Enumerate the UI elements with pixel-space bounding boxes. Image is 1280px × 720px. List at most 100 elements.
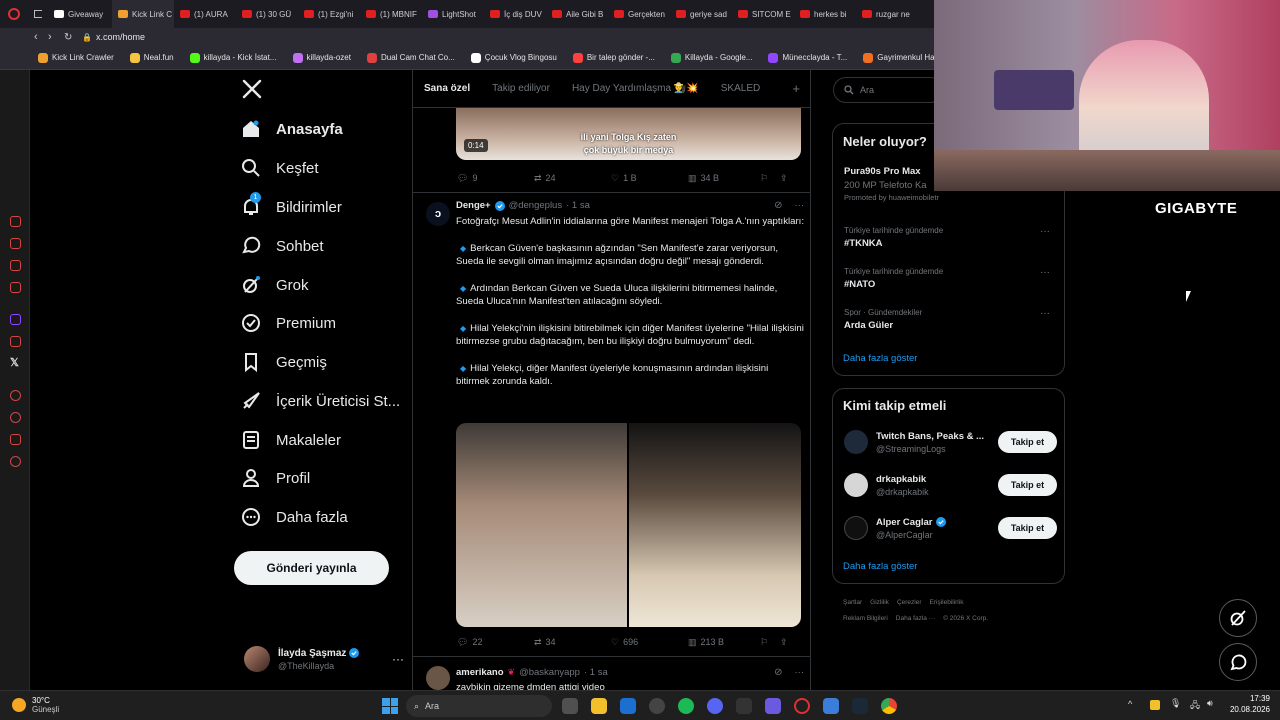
sidebar-app-icon[interactable] <box>10 216 21 227</box>
timeline-tab[interactable]: Sana özel <box>424 83 470 94</box>
follow-button[interactable]: Takip et <box>998 474 1057 496</box>
more-dots-icon[interactable]: ··· <box>392 652 404 666</box>
timeline-tab[interactable]: Takip ediliyor <box>492 83 550 94</box>
tab-overview-icon[interactable] <box>28 0 48 28</box>
bookmark-item[interactable]: Killayda - Google... <box>665 52 759 63</box>
sidebar-app-icon[interactable] <box>10 336 21 347</box>
back-icon[interactable]: ‹ <box>34 31 48 43</box>
like-button[interactable]: ♡ 1 B <box>611 173 688 184</box>
tray-app-icon[interactable] <box>1150 700 1160 710</box>
browser-tab[interactable]: Aile Gibi B <box>546 0 608 28</box>
bookmark-item[interactable]: Bir talep gönder -... <box>567 52 661 63</box>
more-dots-icon[interactable]: ··· <box>795 667 805 678</box>
opera-menu-icon[interactable] <box>0 0 28 28</box>
nav-creator-studio[interactable]: İçerik Üreticisi St... <box>240 385 410 417</box>
x-icon[interactable]: 𝕏 <box>10 356 19 369</box>
browser-tab[interactable]: Gerçekten <box>608 0 670 28</box>
bookmark-icon[interactable]: ⚐ <box>760 173 780 184</box>
reply-button[interactable]: 💬︎ 9 <box>457 173 534 184</box>
browser-tab[interactable]: herkes bi <box>794 0 856 28</box>
account-switcher[interactable]: İlayda Şaşmaz @TheKillayda ··· <box>244 643 404 675</box>
footer-link[interactable]: Erişilebilirlik <box>930 599 964 606</box>
more-dots-icon[interactable]: ··· <box>1040 267 1050 278</box>
outlook-icon[interactable] <box>620 698 636 714</box>
add-tab-icon[interactable]: + <box>792 81 800 96</box>
browser-tab[interactable]: İç diş DUV <box>484 0 546 28</box>
nav-home[interactable]: Anasayfa <box>240 113 410 145</box>
browser-tab[interactable]: (1) 30 GÜ <box>236 0 298 28</box>
bookmark-item[interactable]: Neal.fun <box>124 52 180 63</box>
repost-button[interactable]: ⇄ 24 <box>534 173 611 184</box>
share-icon[interactable]: ⇪ <box>780 637 788 648</box>
opera-icon[interactable] <box>794 698 810 714</box>
file-explorer-icon[interactable] <box>591 698 607 714</box>
post-author-handle[interactable]: @baskanyapp <box>519 667 580 678</box>
sidebar-app-icon[interactable] <box>10 390 21 401</box>
timeline-tab[interactable]: SKALED <box>721 83 760 94</box>
bookmark-item[interactable]: Kick Link Crawler <box>32 52 120 63</box>
settings-icon[interactable] <box>10 456 21 467</box>
timeline-tab[interactable]: Hay Day Yardımlaşma 👨‍🌾💥 <box>572 83 699 94</box>
nav-premium[interactable]: Premium <box>240 307 410 339</box>
url-field[interactable]: x.com/home <box>96 32 145 42</box>
tray-chevron-icon[interactable]: ^ <box>1128 699 1132 709</box>
trend-item[interactable]: Spor · Gündemdekiler Arda Güler ··· <box>844 308 1056 331</box>
start-button[interactable] <box>382 698 398 714</box>
post-author-handle[interactable]: @dengeplus <box>509 200 563 211</box>
follow-suggestion[interactable]: Twitch Bans, Peaks & ... @StreamingLogs … <box>844 427 1057 457</box>
app-icon[interactable] <box>649 698 665 714</box>
spotify-icon[interactable] <box>678 698 694 714</box>
reload-icon[interactable]: ↻ <box>64 32 82 43</box>
post-button[interactable]: Gönderi yayınla <box>234 551 389 585</box>
taskbar-search[interactable]: ⌕ Ara <box>406 695 552 717</box>
sidebar-app-icon[interactable] <box>10 282 21 293</box>
bookmark-icon[interactable]: ⚐ <box>760 637 780 648</box>
more-dots-icon[interactable]: ··· <box>1040 308 1050 319</box>
browser-tab[interactable]: LightShot <box>422 0 484 28</box>
x-logo-icon[interactable] <box>242 79 262 99</box>
more-dots-icon[interactable]: ··· <box>795 200 805 211</box>
post-image-1[interactable] <box>456 423 627 627</box>
discord-icon[interactable] <box>707 698 723 714</box>
views-button[interactable]: ▥ 213 B <box>688 637 760 648</box>
chrome-icon[interactable] <box>881 698 897 714</box>
app-icon[interactable] <box>736 698 752 714</box>
grok-icon[interactable]: ⊘ <box>774 667 782 678</box>
weather-widget[interactable]: 30°C Güneşli <box>12 696 59 714</box>
notepad-icon[interactable] <box>823 698 839 714</box>
browser-tab[interactable]: (1) MBNIF <box>360 0 422 28</box>
show-more-link[interactable]: Daha fazla göster <box>843 353 917 364</box>
browser-tab[interactable]: (1) Ezgi'ni <box>298 0 360 28</box>
forward-icon[interactable]: › <box>48 31 64 43</box>
browser-tab[interactable]: SITCOM E <box>732 0 794 28</box>
browser-tab[interactable]: Kick Link C <box>112 0 174 28</box>
post-author-name[interactable]: Denge+ <box>456 200 491 211</box>
twitch-icon[interactable] <box>10 314 21 325</box>
nav-explore[interactable]: Keşfet <box>240 152 410 184</box>
bookmark-item[interactable]: killayda - Kick İstat... <box>184 52 283 63</box>
nav-notifications[interactable]: 1 Bildirimler <box>240 191 410 223</box>
repost-button[interactable]: ⇄ 34 <box>534 637 611 648</box>
nav-articles[interactable]: Makaleler <box>240 424 410 456</box>
clock[interactable]: 17:39 20.08.2026 <box>1222 694 1270 714</box>
search-input[interactable]: Ara <box>833 77 943 103</box>
messages-floating-button[interactable] <box>1219 643 1257 681</box>
reply-button[interactable]: 💬︎ 22 <box>457 637 534 648</box>
sidebar-app-icon[interactable] <box>10 412 21 423</box>
microphone-icon[interactable]: 🎙︎ <box>1170 698 1181 709</box>
show-more-link[interactable]: Daha fazla göster <box>843 561 917 572</box>
bookmark-item[interactable]: killayda-ozet <box>287 52 357 63</box>
follow-suggestion[interactable]: Alper Caglar @AlperCaglar Takip et <box>844 513 1057 543</box>
trend-item[interactable]: Türkiye tarihinde gündemde #NATO ··· <box>844 267 1056 290</box>
video-player[interactable]: 0:14 ili yani Tolga Kış zaten çok büyük … <box>456 108 801 160</box>
nav-chat[interactable]: Sohbet <box>240 230 410 262</box>
bookmark-item[interactable]: Dual Cam Chat Co... <box>361 52 461 63</box>
footer-link[interactable]: Şartlar <box>843 599 862 606</box>
bookmark-item[interactable]: Çocuk Vlog Bingosu <box>465 52 563 63</box>
footer-link[interactable]: Reklam Bilgileri <box>843 615 888 622</box>
browser-tab[interactable]: geriye sad <box>670 0 732 28</box>
task-view-icon[interactable] <box>562 698 578 714</box>
steam-icon[interactable] <box>852 698 868 714</box>
grok-floating-button[interactable] <box>1219 599 1257 637</box>
share-icon[interactable]: ⇪ <box>780 173 788 184</box>
